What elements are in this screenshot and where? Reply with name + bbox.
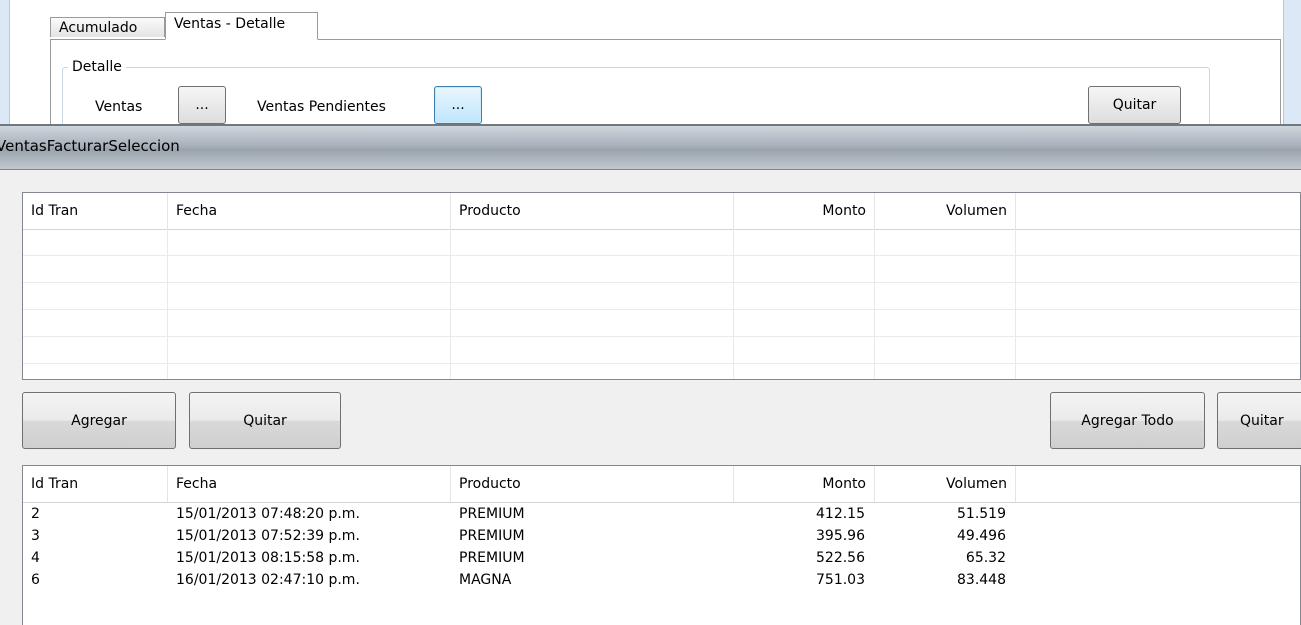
- cell-fecha: 16/01/2013 02:47:10 p.m.: [176, 572, 360, 588]
- empty-table-row[interactable]: [23, 283, 1300, 310]
- column-header-volumen[interactable]: Volumen: [875, 466, 1016, 502]
- ventas-pendientes-label: Ventas Pendientes: [257, 99, 386, 115]
- column-divider: [1015, 283, 1016, 310]
- tab-ventas-detalle[interactable]: Ventas - Detalle: [165, 12, 318, 40]
- table-row[interactable]: 4 15/01/2013 08:15:58 p.m. PREMIUM 522.56 65…: [23, 548, 1300, 569]
- empty-table-row[interactable]: [23, 229, 1300, 256]
- column-header-filler: [1016, 193, 1300, 229]
- cell-id-tran: 6: [31, 572, 40, 588]
- ventas-label: Ventas: [95, 99, 143, 115]
- cell-volumen: 83.448: [957, 572, 1006, 588]
- empty-table-row[interactable]: [23, 310, 1300, 337]
- cell-volumen: 49.496: [957, 528, 1006, 544]
- column-divider: [167, 283, 168, 310]
- window-left-border: [0, 0, 10, 126]
- cell-id-tran: 3: [31, 528, 40, 544]
- column-divider: [733, 229, 734, 256]
- column-divider: [733, 256, 734, 283]
- column-divider: [167, 364, 168, 379]
- table-row[interactable]: 3 15/01/2013 07:52:39 p.m. PREMIUM 395.96 49…: [23, 526, 1300, 547]
- dialog-titlebar[interactable]: VentasFacturarSeleccion: [0, 124, 1301, 170]
- column-divider: [874, 310, 875, 337]
- background-window: Acumulado Ventas - Detalle Detalle Venta…: [0, 0, 1301, 147]
- ventas-pendientes-browse-button[interactable]: ...: [434, 86, 482, 124]
- cell-monto: 395.96: [816, 528, 865, 544]
- column-divider: [874, 364, 875, 379]
- column-divider: [1015, 364, 1016, 379]
- dialog-title: VentasFacturarSeleccion: [0, 137, 180, 155]
- column-divider: [874, 256, 875, 283]
- column-header-producto[interactable]: Producto: [451, 193, 734, 229]
- tab-acumulado[interactable]: Acumulado: [50, 17, 165, 37]
- column-divider: [450, 283, 451, 310]
- column-header-monto[interactable]: Monto: [734, 466, 875, 502]
- cell-monto: 751.03: [816, 572, 865, 588]
- cell-id-tran: 4: [31, 550, 40, 566]
- cell-monto: 412.15: [816, 506, 865, 522]
- column-divider: [733, 283, 734, 310]
- window-right-border: [1283, 0, 1301, 126]
- empty-table-row[interactable]: [23, 364, 1300, 379]
- pending-sales-grid[interactable]: Id Tran Fecha Producto Monto Volumen 2 15…: [22, 465, 1301, 625]
- column-divider: [450, 229, 451, 256]
- cell-producto: MAGNA: [459, 572, 512, 588]
- table-row[interactable]: 2 15/01/2013 07:48:20 p.m. PREMIUM 412.15 51…: [23, 504, 1300, 525]
- column-divider: [874, 283, 875, 310]
- column-divider: [1015, 310, 1016, 337]
- column-divider: [1015, 256, 1016, 283]
- grid-header: Id Tran Fecha Producto Monto Volumen: [23, 193, 1300, 230]
- selected-sales-grid[interactable]: Id Tran Fecha Producto Monto Volumen: [22, 192, 1301, 380]
- column-header-id-tran[interactable]: Id Tran: [23, 466, 168, 502]
- cell-volumen: 51.519: [957, 506, 1006, 522]
- column-divider: [167, 310, 168, 337]
- column-divider: [450, 337, 451, 364]
- cell-producto: PREMIUM: [459, 528, 525, 544]
- quitar-todo-button[interactable]: Quitar: [1217, 392, 1301, 449]
- quitar-button[interactable]: Quitar: [189, 392, 341, 449]
- column-divider: [1015, 229, 1016, 256]
- column-divider: [167, 256, 168, 283]
- empty-table-row[interactable]: [23, 256, 1300, 283]
- column-divider: [167, 229, 168, 256]
- column-divider: [733, 337, 734, 364]
- cell-producto: PREMIUM: [459, 506, 525, 522]
- empty-table-row[interactable]: [23, 337, 1300, 364]
- column-header-fecha[interactable]: Fecha: [168, 466, 451, 502]
- column-divider: [450, 364, 451, 379]
- ventas-browse-button[interactable]: ...: [178, 86, 226, 124]
- column-header-producto[interactable]: Producto: [451, 466, 734, 502]
- column-divider: [874, 337, 875, 364]
- column-divider: [450, 256, 451, 283]
- table-row[interactable]: 6 16/01/2013 02:47:10 p.m. MAGNA 751.03 83.4…: [23, 570, 1300, 591]
- agregar-button[interactable]: Agregar: [22, 392, 176, 449]
- detalle-group-label: Detalle: [68, 59, 126, 75]
- column-header-filler: [1016, 466, 1300, 502]
- cell-fecha: 15/01/2013 07:48:20 p.m.: [176, 506, 360, 522]
- cell-id-tran: 2: [31, 506, 40, 522]
- cell-monto: 522.56: [816, 550, 865, 566]
- column-divider: [733, 310, 734, 337]
- agregar-todo-button[interactable]: Agregar Todo: [1050, 392, 1205, 449]
- column-header-id-tran[interactable]: Id Tran: [23, 193, 168, 229]
- column-header-fecha[interactable]: Fecha: [168, 193, 451, 229]
- column-divider: [874, 229, 875, 256]
- column-divider: [1015, 337, 1016, 364]
- quitar-detalle-button[interactable]: Quitar: [1088, 86, 1181, 124]
- column-header-volumen[interactable]: Volumen: [875, 193, 1016, 229]
- column-header-monto[interactable]: Monto: [734, 193, 875, 229]
- cell-volumen: 65.32: [965, 550, 1006, 566]
- column-divider: [733, 364, 734, 379]
- cell-producto: PREMIUM: [459, 550, 525, 566]
- cell-fecha: 15/01/2013 07:52:39 p.m.: [176, 528, 360, 544]
- cell-fecha: 15/01/2013 08:15:58 p.m.: [176, 550, 360, 566]
- column-divider: [167, 337, 168, 364]
- column-divider: [450, 310, 451, 337]
- grid-header: Id Tran Fecha Producto Monto Volumen: [23, 466, 1300, 503]
